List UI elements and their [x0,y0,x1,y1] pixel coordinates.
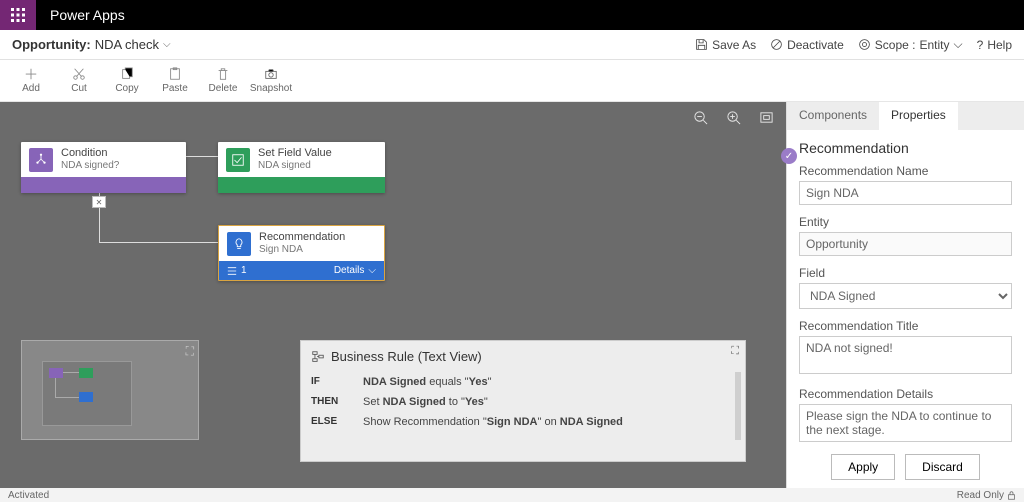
app-name: Power Apps [36,7,125,23]
lightbulb-icon [227,232,251,256]
read-only-indicator: Read Only [957,490,1016,501]
field-select[interactable]: NDA Signed [799,283,1012,309]
recommendation-details-input[interactable]: Please sign the NDA to continue to the n… [799,404,1012,442]
deactivate-button[interactable]: Deactivate [770,38,844,52]
condition-node[interactable]: ConditionNDA signed? [21,142,186,193]
camera-icon [264,67,278,81]
minimap[interactable]: ⛶ [21,340,199,440]
paste-button[interactable]: Paste [154,67,196,94]
chevron-down-icon: ⌵ [368,265,376,276]
breadcrumb[interactable]: Opportunity: NDA check ⌵ [12,37,171,52]
waffle-icon [11,8,25,22]
condition-false-port[interactable]: ✕ [92,196,106,208]
delete-button[interactable]: Delete [202,67,244,94]
scissors-icon [72,67,86,81]
canvas[interactable]: ConditionNDA signed? ✓ ✕ Set Field Value… [0,102,786,488]
details-toggle[interactable]: Details⌵ [334,265,376,276]
copy-button[interactable]: Copy [106,67,148,94]
status-text: Activated [8,490,49,501]
condition-true-port[interactable]: ✓ [781,148,797,164]
help-icon: ? [977,38,984,52]
flow-icon [311,350,325,364]
save-icon [695,38,708,51]
copy-icon [120,67,134,81]
entity-input [799,232,1012,256]
expand-icon[interactable]: ⛶ [731,345,739,358]
breadcrumb-entity: Opportunity: [12,37,91,52]
lock-icon [1007,491,1016,500]
list-icon [227,266,237,276]
add-button[interactable]: Add [10,67,52,94]
snapshot-button[interactable]: Snapshot [250,67,292,94]
help-button[interactable]: ? Help [977,38,1012,52]
scope-selector[interactable]: Scope : Entity ⌵ [858,37,963,52]
panel-heading: Recommendation [799,140,1012,156]
tab-properties[interactable]: Properties [879,102,958,130]
app-launcher[interactable] [0,0,36,30]
deactivate-icon [770,38,783,51]
cut-button[interactable]: Cut [58,67,100,94]
apply-button[interactable]: Apply [831,454,895,480]
expand-icon[interactable]: ⛶ [186,344,194,359]
zoom-out-button[interactable] [693,110,708,128]
trash-icon [216,67,230,81]
paste-icon [168,67,182,81]
text-view-panel: ⛶ Business Rule (Text View) IFNDA Signed… [300,340,746,462]
text-view-title: Business Rule (Text View) [301,341,745,372]
set-field-node[interactable]: Set Field ValueNDA signed [218,142,385,193]
discard-button[interactable]: Discard [905,454,980,480]
plus-icon [24,67,38,81]
tab-components[interactable]: Components [787,102,879,130]
recommendation-name-input[interactable] [799,181,1012,205]
checkbox-icon [226,148,250,172]
branch-icon [29,148,53,172]
chevron-down-icon: ⌵ [163,39,171,50]
scope-icon [858,38,871,51]
chevron-down-icon: ⌵ [954,37,963,52]
recommendation-node[interactable]: RecommendationSign NDA 1 Details⌵ [218,225,385,281]
breadcrumb-rule: NDA check [95,37,159,52]
zoom-in-button[interactable] [726,110,741,128]
fit-screen-button[interactable] [759,110,774,128]
recommendation-title-input[interactable]: NDA not signed! [799,336,1012,374]
save-as-button[interactable]: Save As [695,38,756,52]
